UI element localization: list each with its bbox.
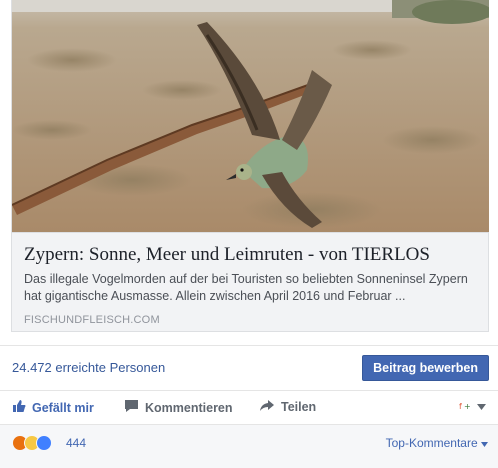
link-preview-text[interactable]: Zypern: Sonne, Meer und Leimruten - von … (12, 232, 488, 331)
like-button[interactable]: Gefällt mir (12, 399, 94, 416)
like-reaction-icon (36, 435, 52, 451)
chevron-down-icon (477, 402, 486, 413)
people-reached-link[interactable]: 24.472 erreichte Personen (12, 360, 165, 375)
link-preview-card[interactable]: Zypern: Sonne, Meer und Leimruten - von … (11, 0, 489, 332)
comment-sort-dropdown[interactable]: Top-Kommentare (386, 436, 488, 450)
link-domain: FISCHUNDFLEISCH.COM (24, 314, 160, 326)
share-label: Teilen (281, 400, 317, 414)
page-avatar-icon: f + (457, 400, 473, 415)
svg-text:+: + (464, 402, 471, 411)
thumbs-up-icon (12, 399, 26, 416)
comment-button[interactable]: Kommentieren (124, 399, 233, 416)
chevron-down-icon (481, 436, 488, 450)
comment-icon (124, 399, 139, 416)
comment-label: Kommentieren (145, 400, 233, 415)
link-description: Das illegale Vogelmorden auf der bei Tou… (24, 272, 468, 303)
boost-post-button[interactable]: Beitrag bewerben (362, 355, 489, 381)
share-arrow-icon (259, 399, 275, 415)
reaction-icons[interactable] (12, 435, 52, 451)
link-title[interactable]: Zypern: Sonne, Meer und Leimruten - von … (24, 243, 476, 266)
like-label: Gefällt mir (32, 400, 94, 415)
bird-photo[interactable] (12, 0, 489, 232)
post-insights-bar: 24.472 erreichte Personen Beitrag bewerb… (0, 345, 498, 390)
svg-text:f: f (459, 402, 462, 411)
share-button[interactable]: Teilen (259, 399, 316, 415)
comment-sort-label: Top-Kommentare (385, 436, 478, 450)
post-action-bar: Gefällt mir Kommentieren Teilen f + (0, 390, 498, 424)
bird-on-limestick-image (12, 0, 489, 232)
reaction-count[interactable]: 444 (66, 436, 86, 450)
reactions-summary-bar: 444 Top-Kommentare (0, 424, 498, 468)
post-as-selector[interactable]: f + (457, 400, 486, 415)
